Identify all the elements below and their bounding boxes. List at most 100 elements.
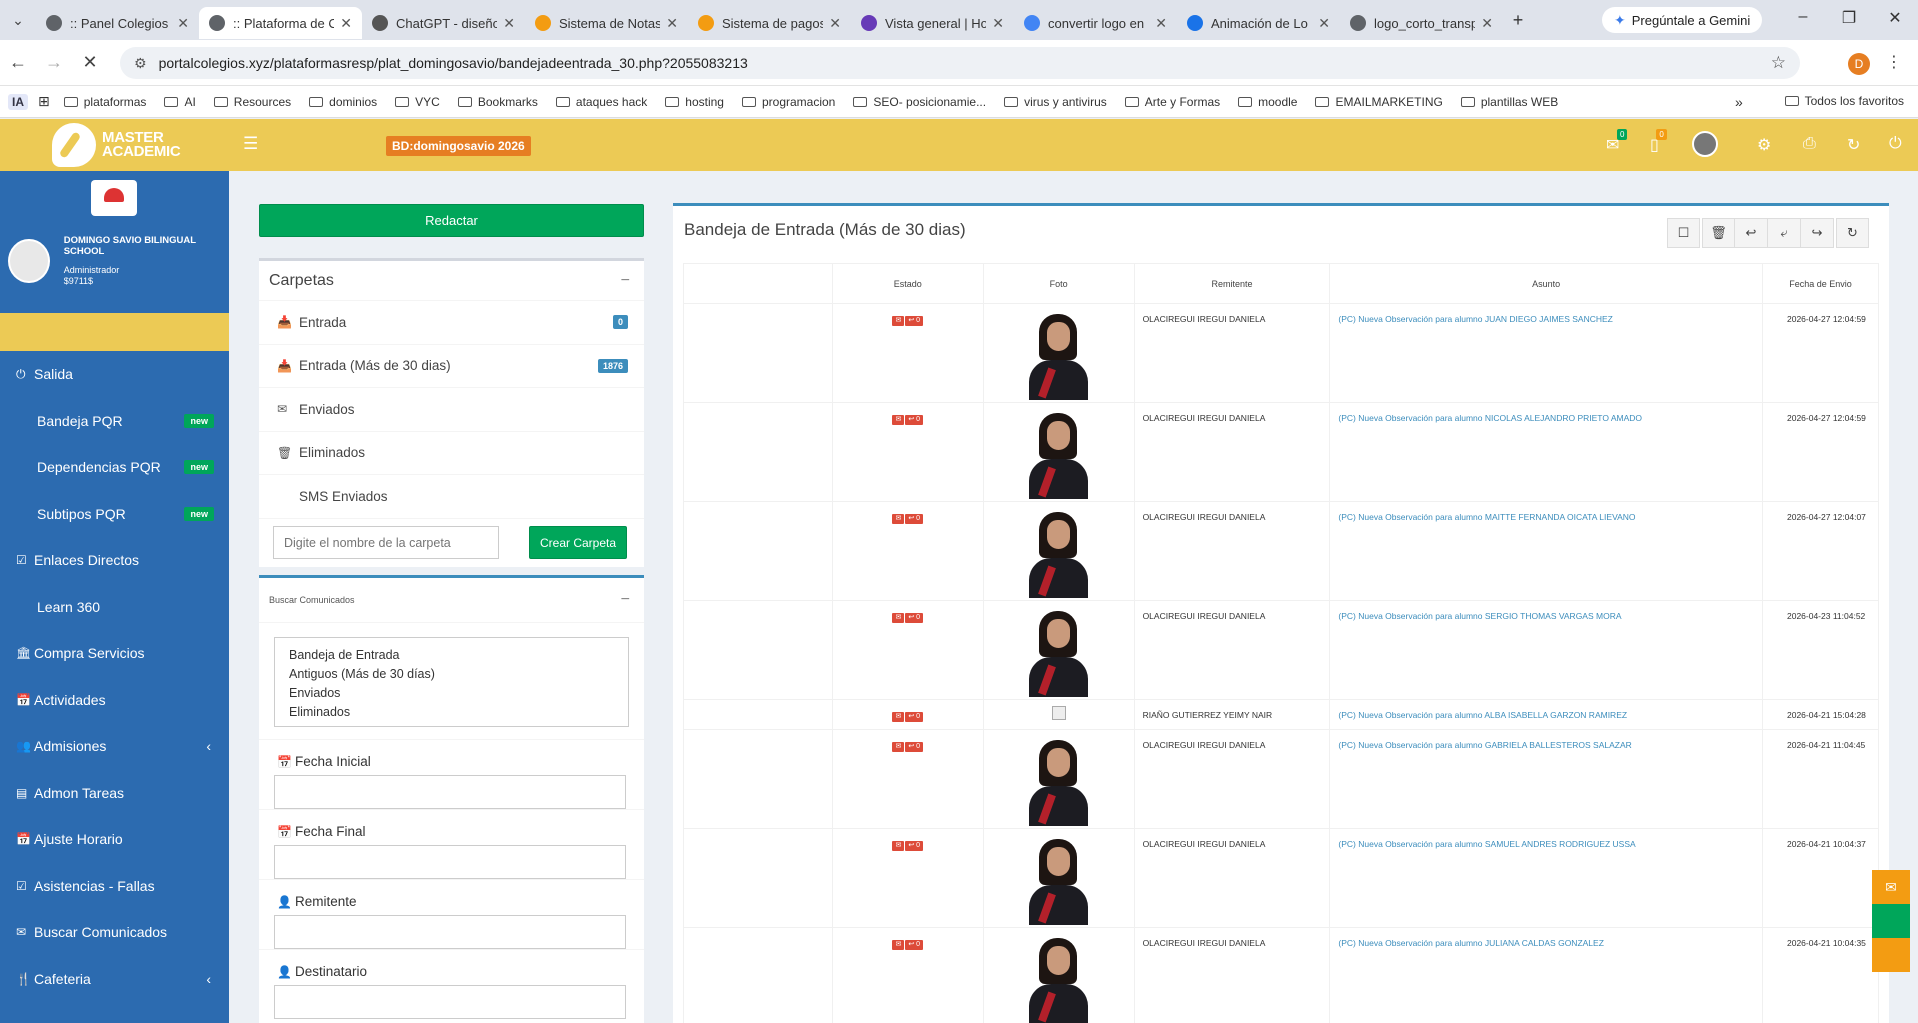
bookmark-item[interactable]: VYC [395,95,440,109]
bookmark-item[interactable]: EMAILMARKETING [1315,95,1443,109]
checkbox-cell[interactable] [683,600,833,700]
floating-orange-button[interactable] [1872,938,1910,972]
tab-close-icon[interactable]: ✕ [992,15,1004,32]
tab-close-icon[interactable]: ✕ [829,15,841,32]
document-icon[interactable]: ▯ 0 [1650,129,1667,155]
bookmark-item[interactable]: hosting [665,95,724,109]
compose-button[interactable]: Redactar [259,204,644,237]
checkbox-cell[interactable] [683,699,833,730]
new-tab-button[interactable]: + [1503,10,1533,31]
print-icon[interactable]: ⎙ [1803,135,1816,153]
floating-mail-button[interactable]: ✉ [1872,870,1910,904]
floating-green-button[interactable] [1872,904,1910,938]
apps-grid-icon[interactable]: ⊞ [38,93,50,110]
sidebar-item[interactable]: 📅 Ajuste Horario [0,816,229,863]
sidebar-item[interactable]: 🍴 Cafeteria ‹ [0,956,229,1003]
field-input[interactable] [274,775,626,809]
site-info-icon[interactable]: ⚙ [134,55,147,72]
reply-all-button[interactable]: ⤶ [1768,218,1801,248]
all-bookmarks[interactable]: Todos los favoritos [1784,94,1904,108]
bookmark-ia[interactable]: IA [8,93,28,110]
stop-loading-icon[interactable]: ✕ [72,52,108,73]
checkbox-cell[interactable] [683,501,833,601]
table-row[interactable]: ✉ ↩ 0 OLACIREGUI IREGUI DANIELA (PC) Nueva … [683,828,1880,928]
sidebar-item[interactable]: ▤ Admon Tareas [0,770,229,817]
refresh-button[interactable]: ↻ [1836,218,1869,248]
forward-button[interactable]: ↪ [1801,218,1834,248]
select-all-button[interactable]: ☐ [1667,218,1700,248]
sidebar-item[interactable]: Bandeja PQR new [0,398,229,445]
browser-tab[interactable]: Animación de Lo ✕ [1177,7,1340,39]
select-option[interactable]: Eliminados [289,703,614,722]
collapse-icon[interactable]: − [621,272,630,290]
sidebar-item[interactable]: Learn 360 [0,584,229,631]
mail-icon[interactable]: ✉ 0 [1606,129,1628,155]
checkbox-cell[interactable] [683,729,833,829]
bookmark-item[interactable]: plataformas [63,95,146,109]
subject-link[interactable]: (PC) Nueva Observación para alumno NICOL… [1329,402,1763,502]
folder-item[interactable]: 📥 Entrada (Más de 30 dias) 1876 [259,345,644,388]
table-row[interactable]: ✉ ↩ 0 OLACIREGUI IREGUI DANIELA (PC) Nueva … [683,927,1880,1023]
table-row[interactable]: ✉ ↩ 0 OLACIREGUI IREGUI DANIELA (PC) Nueva … [683,729,1880,829]
subject-link[interactable]: (PC) Nueva Observación para alumno SERGI… [1329,600,1763,700]
browser-tab[interactable]: Sistema de pagos ✕ [688,7,851,39]
gemini-button[interactable]: ✦ Pregúntale a Gemini [1602,7,1763,33]
back-icon[interactable]: ← [0,52,36,73]
profile-avatar[interactable]: D [1848,53,1870,75]
browser-menu-icon[interactable]: ⋮ [1886,52,1902,72]
bookmark-item[interactable]: plantillas WEB [1460,95,1558,109]
sidebar-item[interactable]: Subtipos PQR new [0,491,229,538]
folder-item[interactable]: 📥 Entrada 0 [259,301,644,345]
subject-link[interactable]: (PC) Nueva Observación para alumno JUAN … [1329,303,1763,403]
minimize-icon[interactable]: – [1780,8,1826,26]
bookmark-item[interactable]: ataques hack [555,95,647,109]
hamburger-menu-icon[interactable]: ☰ [243,134,258,154]
browser-tab[interactable]: Vista general | Ho ✕ [851,7,1014,39]
tab-close-icon[interactable]: ✕ [177,15,189,32]
forward-icon[interactable]: → [36,52,72,73]
delete-button[interactable]: 🗑 [1702,218,1735,248]
sidebar-item[interactable]: 👥 Admisiones ‹ [0,723,229,770]
restore-icon[interactable]: ❐ [1826,8,1872,28]
select-option[interactable]: Enviados [289,684,614,703]
bookmark-item[interactable]: Resources [213,95,291,109]
subject-link[interactable]: (PC) Nueva Observación para alumno ALBA … [1329,699,1763,730]
field-input[interactable] [274,915,626,949]
tab-close-icon[interactable]: ✕ [1318,15,1330,32]
bookmark-item[interactable]: AI [164,95,196,109]
mailbox-select[interactable]: Bandeja de Entrada Antiguos (Más de 30 dí… [274,637,629,727]
users-gear-icon[interactable]: ⚙ [1757,135,1771,155]
tab-close-icon[interactable]: ✕ [666,15,678,32]
collapse-icon[interactable]: − [621,591,630,609]
table-row[interactable]: ✉ ↩ 0 OLACIREGUI IREGUI DANIELA (PC) Nueva … [683,402,1880,502]
refresh-icon[interactable]: ↻ [1847,135,1860,155]
browser-tab[interactable]: convertir logo en ✕ [1014,7,1177,39]
sidebar-item[interactable]: ⏻ Salida [0,351,229,398]
bookmark-item[interactable]: dominios [309,95,377,109]
folder-item[interactable]: ✉ Enviados [259,388,644,432]
tab-search-icon[interactable]: ⌄ [0,12,36,29]
checkbox-cell[interactable] [683,828,833,928]
sidebar-item[interactable]: ☑ Enlaces Directos [0,537,229,584]
subject-link[interactable]: (PC) Nueva Observación para alumno SAMUE… [1329,828,1763,928]
checkbox-cell[interactable] [683,402,833,502]
sidebar-item[interactable]: Dependencias PQR new [0,444,229,491]
create-folder-button[interactable]: Crear Carpeta [529,526,627,559]
bookmark-item[interactable]: programacion [741,95,835,109]
subject-link[interactable]: (PC) Nueva Observación para alumno MAITT… [1329,501,1763,601]
field-input[interactable] [274,845,626,879]
browser-tab[interactable]: :: Plataforma de C ✕ [199,7,362,39]
table-row[interactable]: ✉ ↩ 0 OLACIREGUI IREGUI DANIELA (PC) Nueva … [683,303,1880,403]
checkbox-cell[interactable] [683,927,833,1023]
sidebar-item[interactable]: ☑ Asistencias - Fallas [0,863,229,910]
subject-link[interactable]: (PC) Nueva Observación para alumno GABRI… [1329,729,1763,829]
subject-link[interactable]: (PC) Nueva Observación para alumno JULIA… [1329,927,1763,1023]
bookmark-item[interactable]: virus y antivirus [1004,95,1107,109]
select-option[interactable]: Bandeja de Entrada [289,646,614,665]
sidebar-item[interactable]: 🏛 Compra Servicios [0,630,229,677]
field-input[interactable] [274,985,626,1019]
browser-tab[interactable]: ChatGPT - diseño ✕ [362,7,525,39]
checkbox-cell[interactable] [683,303,833,403]
tab-close-icon[interactable]: ✕ [1481,15,1493,32]
close-window-icon[interactable]: ✕ [1872,8,1918,28]
